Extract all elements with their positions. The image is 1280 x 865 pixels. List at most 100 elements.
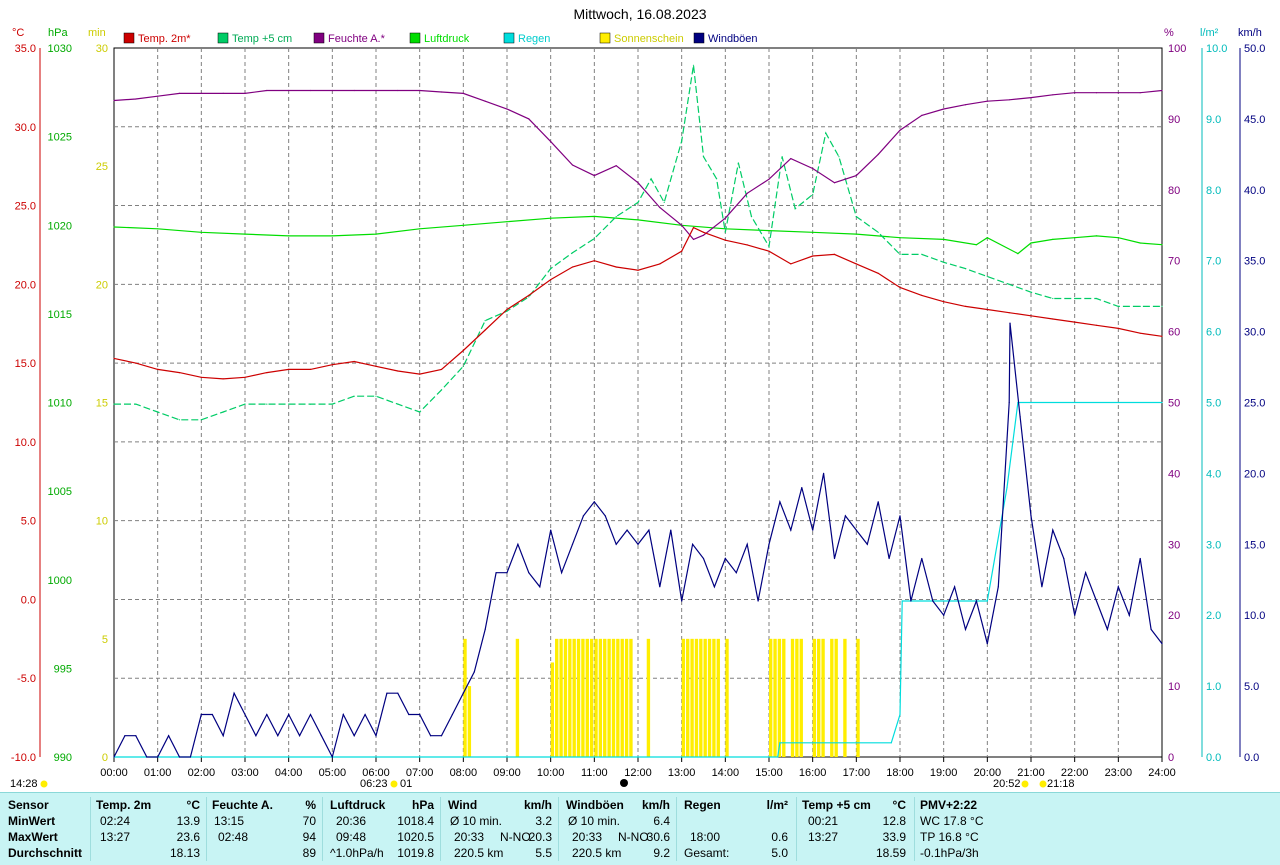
data-point bbox=[1139, 92, 1141, 94]
y-tick-label: 30 bbox=[96, 43, 108, 55]
data-point bbox=[397, 692, 399, 694]
data-point bbox=[550, 141, 552, 143]
sunshine-bar bbox=[572, 638, 576, 757]
data-point bbox=[593, 215, 595, 217]
temp5cm-max-value: 33.9 bbox=[882, 830, 906, 844]
data-point bbox=[670, 529, 672, 531]
y-tick-label: 1015 bbox=[48, 309, 72, 321]
moonset-icon bbox=[1021, 780, 1029, 788]
data-point bbox=[135, 98, 137, 100]
data-point bbox=[975, 244, 978, 246]
data-point bbox=[299, 735, 301, 737]
data-point bbox=[178, 92, 181, 94]
data-point bbox=[801, 487, 803, 489]
data-point bbox=[1161, 643, 1163, 645]
windboeen-max-time: 20:33 bbox=[572, 830, 603, 844]
data-point bbox=[419, 89, 421, 92]
data-point bbox=[724, 231, 726, 233]
wind-unit: km/h bbox=[523, 798, 552, 812]
data-point bbox=[615, 266, 617, 268]
y-tick-label: 45.0 bbox=[1244, 114, 1265, 126]
y-tick-label: 0.0 bbox=[1206, 752, 1221, 764]
windboeen-distance: 220.5 km bbox=[572, 846, 622, 860]
data-point bbox=[899, 129, 901, 131]
data-point bbox=[484, 329, 486, 331]
wind-distance: 220.5 km bbox=[454, 846, 504, 860]
data-point bbox=[550, 279, 552, 281]
weather-chart: Mittwoch, 16.08.2023 °C hPa min % l/m² k… bbox=[10, 6, 1265, 790]
data-point bbox=[975, 600, 978, 602]
data-point bbox=[288, 713, 290, 716]
data-point bbox=[812, 167, 814, 170]
data-point bbox=[440, 91, 443, 93]
data-point bbox=[663, 201, 665, 203]
data-point bbox=[855, 263, 857, 265]
hum-axis-unit: % bbox=[1164, 27, 1174, 39]
data-point bbox=[1117, 92, 1119, 94]
data-point bbox=[1139, 305, 1141, 307]
data-point bbox=[899, 237, 901, 239]
data-point bbox=[986, 100, 988, 102]
data-point bbox=[1030, 315, 1032, 317]
x-tick-label: 00:00 bbox=[100, 767, 128, 779]
data-point bbox=[1074, 614, 1076, 616]
sunshine-bar bbox=[777, 638, 782, 757]
data-point bbox=[124, 735, 126, 737]
sunshine-bar bbox=[620, 638, 624, 757]
sunshine-bar bbox=[681, 638, 686, 757]
data-point bbox=[833, 557, 836, 560]
wind-avg10-label: Ø 10 min. bbox=[450, 814, 503, 828]
data-point bbox=[550, 529, 552, 531]
data-point bbox=[877, 501, 879, 503]
y-tick-label: 990 bbox=[54, 752, 72, 764]
data-point bbox=[244, 376, 246, 378]
sunshine-bar bbox=[773, 638, 777, 757]
feuchte-unit: % bbox=[305, 798, 316, 812]
data-point bbox=[768, 250, 770, 252]
data-point bbox=[571, 164, 574, 166]
data-point bbox=[877, 231, 879, 233]
y-tick-label: 1025 bbox=[48, 132, 72, 144]
table-col-pmv: PMV+2:22 WC 17.8 °C TP 16.8 °C -0.1hPa/3… bbox=[920, 793, 1040, 865]
data-point bbox=[964, 268, 967, 270]
data-point bbox=[794, 208, 796, 210]
data-point bbox=[1006, 487, 1008, 489]
x-tick-label: 04:00 bbox=[275, 767, 303, 779]
y-tick-label: 10 bbox=[1168, 681, 1180, 693]
sunshine-bar bbox=[790, 638, 795, 757]
data-point bbox=[615, 543, 617, 545]
legend-label: Regen bbox=[518, 33, 550, 45]
data-point bbox=[890, 742, 892, 744]
temp2m-unit: °C bbox=[186, 798, 200, 812]
x-tick-label: 15:00 bbox=[755, 767, 783, 779]
sunshine-bar bbox=[812, 638, 817, 757]
data-point bbox=[386, 692, 388, 694]
windboeen-avg10-label: Ø 10 min. bbox=[568, 814, 621, 828]
regen-total-value: 5.0 bbox=[771, 846, 788, 860]
x-tick-label: 01:00 bbox=[144, 767, 172, 779]
data-point bbox=[331, 756, 333, 758]
data-point bbox=[550, 268, 552, 270]
data-point bbox=[746, 244, 748, 246]
y-tick-label: 4.0 bbox=[1206, 468, 1221, 480]
data-point bbox=[1128, 614, 1130, 616]
data-point bbox=[506, 108, 508, 110]
data-point bbox=[528, 572, 530, 574]
x-tick-label: 11:00 bbox=[581, 767, 608, 779]
regen-total-label: Gesamt: bbox=[684, 846, 730, 860]
sunshine-bar bbox=[624, 638, 629, 757]
data-point bbox=[571, 266, 574, 268]
data-point bbox=[135, 403, 137, 405]
data-point bbox=[626, 529, 628, 531]
data-point bbox=[561, 572, 563, 574]
data-point bbox=[1017, 253, 1019, 255]
data-point bbox=[353, 395, 355, 397]
rain-axis-unit: l/m² bbox=[1200, 27, 1219, 39]
data-point bbox=[593, 238, 595, 240]
table-col-windboeen: Windböen km/h Ø 10 min. 6.4 20:33 N-NO 30.6 … bbox=[566, 793, 674, 865]
data-point bbox=[571, 252, 574, 254]
sunshine-bar bbox=[589, 638, 594, 757]
data-point bbox=[1019, 416, 1021, 418]
table-row-label-max: MaxWert bbox=[8, 830, 58, 844]
data-point bbox=[331, 235, 333, 237]
